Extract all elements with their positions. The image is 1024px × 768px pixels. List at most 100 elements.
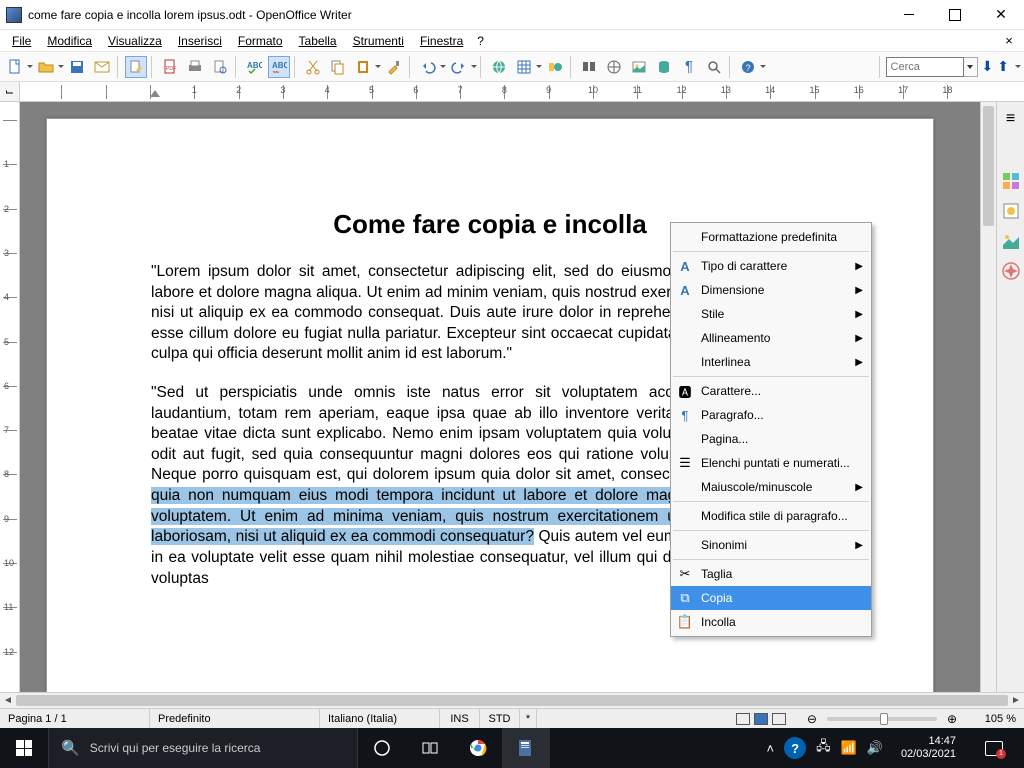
search-up-icon[interactable]: ⬆: [997, 58, 1009, 75]
ctx-edit-para-style[interactable]: Modifica stile di paragrafo...: [671, 504, 871, 528]
zoom-controls[interactable]: ⊖ ⊕: [795, 709, 969, 728]
undo-icon[interactable]: [417, 56, 439, 78]
menu-strumenti[interactable]: Strumenti: [345, 32, 412, 50]
edit-mode-icon[interactable]: [125, 56, 147, 78]
export-pdf-icon[interactable]: PDF: [159, 56, 181, 78]
show-draw-icon[interactable]: [544, 56, 566, 78]
ctx-paragraph[interactable]: ¶Paragrafo...: [671, 403, 871, 427]
zoom-out-icon[interactable]: ⊖: [803, 712, 821, 726]
taskbar-clock[interactable]: 14:47 02/03/2021: [893, 735, 964, 761]
status-selection-mode[interactable]: STD: [480, 709, 520, 728]
print-icon[interactable]: [184, 56, 206, 78]
spellcheck-icon[interactable]: ABC: [243, 56, 265, 78]
ctx-style[interactable]: Stile▶: [671, 302, 871, 326]
help-icon[interactable]: ?: [737, 56, 759, 78]
status-language[interactable]: Italiano (Italia): [320, 709, 440, 728]
status-insert-mode[interactable]: INS: [440, 709, 480, 728]
document-close-button[interactable]: ×: [998, 33, 1020, 48]
open-icon[interactable]: [35, 56, 57, 78]
menu-modifica[interactable]: Modifica: [39, 32, 100, 50]
ctx-copy[interactable]: ⧉Copia: [671, 586, 871, 610]
new-doc-icon[interactable]: [4, 56, 26, 78]
sidebar-navigator-icon[interactable]: [1000, 260, 1022, 282]
taskbar-search[interactable]: 🔍 Scrivi qui per eseguire la ricerca: [48, 728, 358, 768]
format-paintbrush-icon[interactable]: [383, 56, 405, 78]
maximize-button[interactable]: [932, 0, 978, 30]
sidebar-styles-icon[interactable]: [1000, 200, 1022, 222]
email-icon[interactable]: [91, 56, 113, 78]
status-page[interactable]: Pagina 1 / 1: [0, 709, 150, 728]
status-style[interactable]: Predefinito: [150, 709, 320, 728]
notification-center-icon[interactable]: 1: [974, 728, 1014, 768]
datasource-icon[interactable]: [653, 56, 675, 78]
chrome-icon[interactable]: [454, 728, 502, 768]
ctx-line-spacing[interactable]: Interlinea▶: [671, 350, 871, 374]
system-tray: ˄ ? 🖧 📶 🔊 14:47 02/03/2021 1: [756, 728, 1024, 768]
redo-icon[interactable]: [448, 56, 470, 78]
vertical-scrollbar[interactable]: [980, 102, 996, 692]
view-layout-buttons[interactable]: [727, 709, 795, 728]
ctx-synonyms[interactable]: Sinonimi▶: [671, 533, 871, 557]
task-view-icon[interactable]: [406, 728, 454, 768]
gallery-icon[interactable]: [628, 56, 650, 78]
tray-network-icon[interactable]: 🖧: [816, 737, 831, 759]
ruler-corner: ⌙: [0, 82, 20, 101]
ctx-default-formatting[interactable]: Formattazione predefinita: [671, 225, 871, 249]
svg-text:?: ?: [746, 63, 751, 73]
ctx-page[interactable]: Pagina...: [671, 427, 871, 451]
menu-finestra[interactable]: Finestra: [412, 32, 471, 50]
zoom-in-icon[interactable]: ⊕: [943, 712, 961, 726]
ctx-dimension[interactable]: ADimensione▶: [671, 278, 871, 302]
minimize-button[interactable]: [886, 0, 932, 30]
print-preview-icon[interactable]: [209, 56, 231, 78]
menu-file[interactable]: File: [4, 32, 39, 50]
horizontal-ruler[interactable]: 123456789101112131415161718: [20, 82, 1024, 101]
right-sidebar: ≡: [996, 102, 1024, 692]
tray-volume-icon[interactable]: 🔊: [867, 740, 883, 756]
nonprinting-chars-icon[interactable]: ¶: [678, 56, 700, 78]
search-input[interactable]: [886, 57, 964, 77]
paste-icon[interactable]: [352, 56, 374, 78]
ctx-alignment[interactable]: Allineamento▶: [671, 326, 871, 350]
openoffice-taskbar-icon[interactable]: [502, 728, 550, 768]
sidebar-toggle-icon[interactable]: ≡: [1000, 108, 1022, 130]
menu-formato[interactable]: Formato: [230, 32, 291, 50]
ctx-case[interactable]: Maiuscole/minuscole▶: [671, 475, 871, 499]
hyperlink-icon[interactable]: [488, 56, 510, 78]
ctx-bullets[interactable]: ☰Elenchi puntati e numerati...: [671, 451, 871, 475]
zoom-percent[interactable]: 105 %: [969, 709, 1024, 728]
find-replace-icon[interactable]: [578, 56, 600, 78]
vertical-ruler[interactable]: 123456789101112: [0, 102, 20, 692]
table-icon[interactable]: [513, 56, 535, 78]
tray-wifi-icon[interactable]: 📶: [841, 740, 857, 756]
zoom-slider[interactable]: [827, 717, 937, 721]
horizontal-scrollbar[interactable]: ◄►: [0, 692, 1024, 708]
svg-text:ABC: ABC: [272, 61, 287, 70]
close-button[interactable]: [978, 0, 1024, 30]
sidebar-properties-icon[interactable]: [1000, 170, 1022, 192]
cortana-icon[interactable]: [358, 728, 406, 768]
ctx-character[interactable]: 🅰Carattere...: [671, 379, 871, 403]
tray-chevron-icon[interactable]: ˄: [766, 741, 774, 756]
app-icon: [6, 7, 22, 23]
cut-icon[interactable]: [302, 56, 324, 78]
menu-visualizza[interactable]: Visualizza: [100, 32, 170, 50]
search-down-icon[interactable]: ⬇: [982, 58, 994, 75]
auto-spellcheck-icon[interactable]: ABC: [268, 56, 290, 78]
ctx-paste[interactable]: 📋Incolla: [671, 610, 871, 634]
status-modified: *: [520, 709, 537, 728]
menu-tabella[interactable]: Tabella: [291, 32, 345, 50]
copy-icon[interactable]: [327, 56, 349, 78]
tray-help-icon[interactable]: ?: [784, 737, 806, 759]
save-icon[interactable]: [66, 56, 88, 78]
ctx-cut[interactable]: ✂Taglia: [671, 562, 871, 586]
window-title: come fare copia e incolla lorem ipsus.od…: [28, 8, 886, 22]
search-dropdown[interactable]: [964, 57, 978, 77]
start-button[interactable]: [0, 728, 48, 768]
sidebar-gallery-icon[interactable]: [1000, 230, 1022, 252]
navigator-icon[interactable]: [603, 56, 625, 78]
ctx-char-type[interactable]: ATipo di carattere▶: [671, 254, 871, 278]
menu-help[interactable]: ?: [471, 32, 490, 50]
zoom-icon[interactable]: [703, 56, 725, 78]
menu-inserisci[interactable]: Inserisci: [170, 32, 230, 50]
